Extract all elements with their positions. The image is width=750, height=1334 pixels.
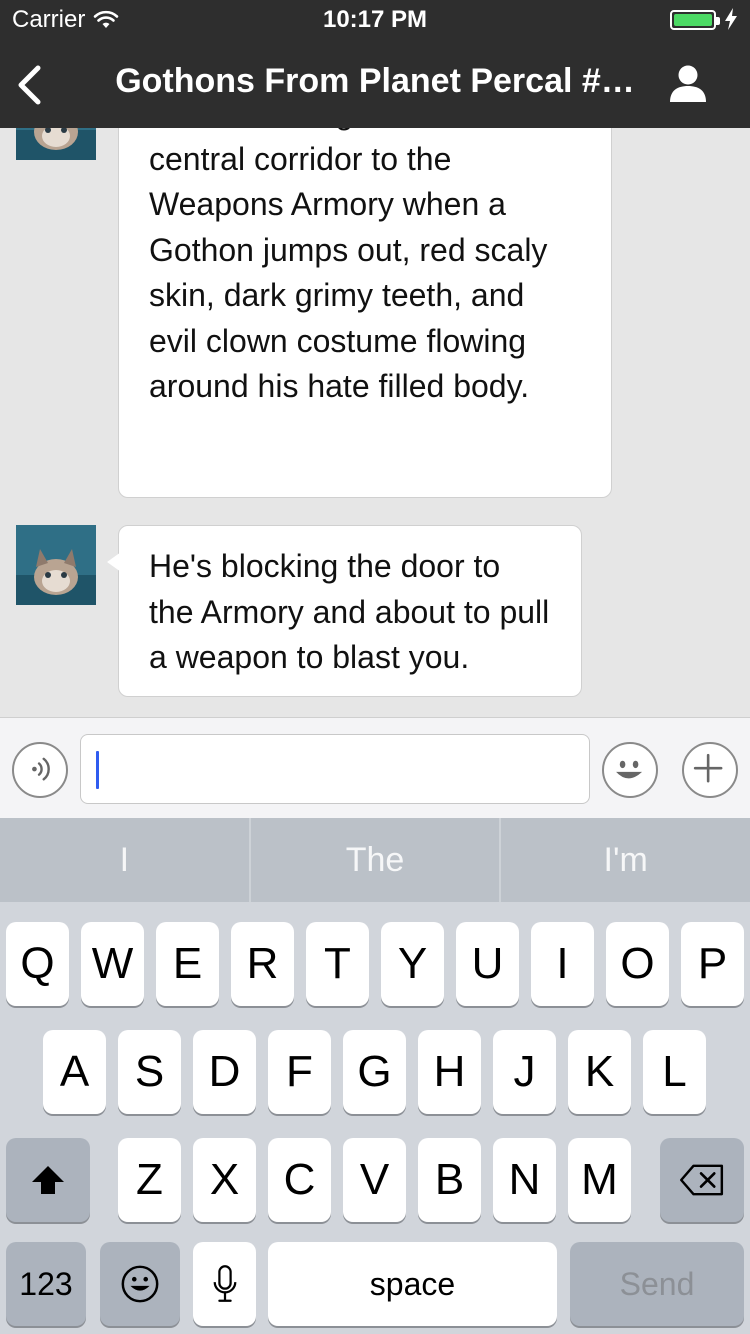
- input-bar: [0, 717, 750, 818]
- key-t[interactable]: T: [306, 922, 369, 1006]
- text-cursor: [96, 751, 99, 789]
- bubble-tail: [107, 552, 121, 572]
- key-g[interactable]: G: [343, 1030, 406, 1114]
- key-u[interactable]: U: [456, 922, 519, 1006]
- charging-icon: [725, 8, 737, 30]
- status-bar: Carrier 10:17 PM: [0, 0, 750, 40]
- key-o[interactable]: O: [606, 922, 669, 1006]
- microphone-icon: [213, 1265, 236, 1302]
- avatar[interactable]: [16, 128, 96, 160]
- attach-button[interactable]: [682, 742, 738, 798]
- message-bubble[interactable]: He's blocking the door to the Armory and…: [107, 525, 582, 697]
- suggestion-item[interactable]: I'm: [501, 818, 750, 902]
- key-j[interactable]: J: [493, 1030, 556, 1114]
- shift-key[interactable]: [6, 1138, 90, 1222]
- message-input[interactable]: [80, 734, 590, 804]
- suggestion-bar: I The I'm: [0, 818, 750, 902]
- message-bubble[interactable]: You're running down the central corridor…: [118, 128, 612, 498]
- key-s[interactable]: S: [118, 1030, 181, 1114]
- numbers-key[interactable]: 123: [6, 1242, 86, 1326]
- keyboard: I The I'm Q W E R T Y U I O P A S D F G …: [0, 818, 750, 1334]
- key-c[interactable]: C: [268, 1138, 331, 1222]
- key-f[interactable]: F: [268, 1030, 331, 1114]
- suggestion-item[interactable]: The: [251, 818, 500, 902]
- top-bar: Carrier 10:17 PM Gothons From Planet Per…: [0, 0, 750, 128]
- key-p[interactable]: P: [681, 922, 744, 1006]
- shift-icon: [32, 1166, 64, 1194]
- clock: 10:17 PM: [322, 6, 428, 33]
- key-e[interactable]: E: [156, 922, 219, 1006]
- message-text: He's blocking the door to the Armory and…: [149, 548, 550, 675]
- voice-button[interactable]: [12, 742, 68, 798]
- key-r[interactable]: R: [231, 922, 294, 1006]
- key-x[interactable]: X: [193, 1138, 256, 1222]
- key-z[interactable]: Z: [118, 1138, 181, 1222]
- emoji-button[interactable]: [602, 742, 658, 798]
- avatar[interactable]: [16, 525, 96, 605]
- key-m[interactable]: M: [568, 1138, 631, 1222]
- key-k[interactable]: K: [568, 1030, 631, 1114]
- battery-fill: [674, 14, 712, 26]
- message-text: You're running down the central corridor…: [149, 128, 548, 404]
- key-v[interactable]: V: [343, 1138, 406, 1222]
- backspace-key[interactable]: [660, 1138, 744, 1222]
- key-n[interactable]: N: [493, 1138, 556, 1222]
- key-d[interactable]: D: [193, 1030, 256, 1114]
- send-key[interactable]: Send: [570, 1242, 744, 1326]
- back-icon[interactable]: [14, 64, 44, 106]
- key-h[interactable]: H: [418, 1030, 481, 1114]
- dictation-key[interactable]: [193, 1242, 256, 1326]
- battery-icon: [670, 10, 720, 30]
- key-a[interactable]: A: [43, 1030, 106, 1114]
- key-i[interactable]: I: [531, 922, 594, 1006]
- space-key[interactable]: space: [268, 1242, 557, 1326]
- key-w[interactable]: W: [81, 922, 144, 1006]
- nav-bar: Gothons From Planet Percal #…: [0, 40, 750, 128]
- chat-area[interactable]: You're running down the central corridor…: [0, 128, 750, 718]
- key-y[interactable]: Y: [381, 922, 444, 1006]
- backspace-icon: [679, 1164, 724, 1196]
- key-q[interactable]: Q: [6, 922, 69, 1006]
- emoji-keyboard-icon: [121, 1265, 159, 1303]
- suggestion-item[interactable]: I: [0, 818, 249, 902]
- person-icon[interactable]: [668, 64, 708, 104]
- key-l[interactable]: L: [643, 1030, 706, 1114]
- emoji-key[interactable]: [100, 1242, 180, 1326]
- key-b[interactable]: B: [418, 1138, 481, 1222]
- plus-icon: [693, 753, 723, 783]
- page-title: Gothons From Planet Percal #…: [115, 62, 635, 100]
- smiley-icon: [616, 760, 643, 779]
- voice-icon: [32, 757, 50, 781]
